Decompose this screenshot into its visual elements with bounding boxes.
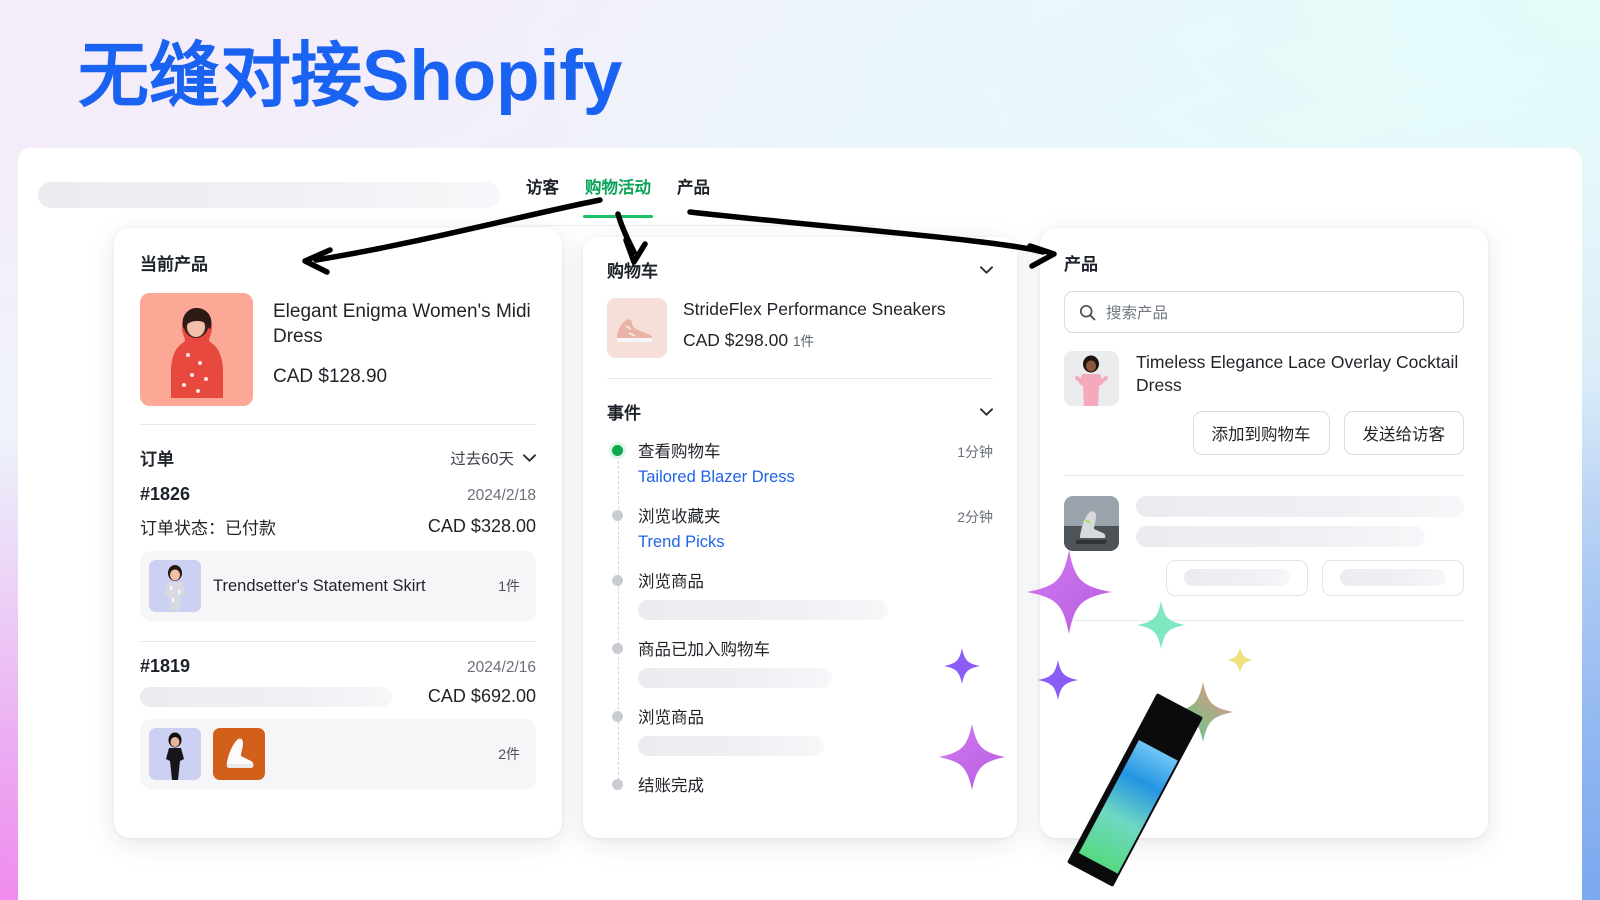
orders-date-filter[interactable]: 过去60天	[450, 447, 536, 469]
order-items[interactable]: 2件	[140, 719, 536, 789]
order-item-qty: 2件	[498, 746, 520, 762]
order-row[interactable]: #1826 2024/2/18 订单状态：已付款 CAD $328.00 Tre…	[114, 470, 562, 621]
card-title-current-product: 当前产品	[140, 255, 208, 274]
order-item-image	[149, 560, 201, 612]
event-detail-skeleton	[638, 668, 832, 688]
tab-products[interactable]: 产品	[677, 174, 710, 218]
shopping-activity-card: 购物车 StrideFlex Performance Sneakers CAD …	[583, 237, 1017, 838]
event-link[interactable]: Trend Picks	[638, 533, 993, 552]
product-name-skeleton	[1136, 495, 1464, 517]
order-items[interactable]: Trendsetter's Statement Skirt 1件	[140, 551, 536, 621]
current-product-image	[140, 293, 253, 406]
order-id: #1826	[140, 484, 191, 504]
order-total: CAD $328.00	[427, 516, 536, 536]
product-placeholder-row[interactable]	[1040, 476, 1488, 596]
event-title: 浏览收藏夹	[638, 508, 721, 526]
chevron-down-icon[interactable]	[980, 265, 993, 274]
product-search-placeholder: 搜索产品	[1106, 305, 1169, 322]
timeline-event[interactable]: 结账完成	[607, 772, 993, 796]
current-product-row[interactable]: Elegant Enigma Women's Midi Dress CAD $1…	[140, 293, 536, 406]
event-title: 浏览商品	[638, 709, 704, 727]
event-title: 商品已加入购物车	[638, 641, 770, 659]
orders-title: 订单	[140, 450, 174, 469]
page-title: 无缝对接Shopify	[78, 37, 623, 116]
event-link[interactable]: Tailored Blazer Dress	[638, 468, 993, 487]
send-to-visitor-button[interactable]: 发送给访客	[1343, 410, 1464, 455]
tab-bar: 访客 购物活动 产品	[504, 148, 874, 226]
placeholder-button[interactable]	[1322, 559, 1464, 596]
timeline-dot	[612, 779, 623, 790]
products-title: 产品	[1064, 255, 1098, 274]
events-header[interactable]: 事件	[583, 379, 1017, 424]
timeline-event[interactable]: 浏览商品	[607, 704, 993, 756]
timeline-event[interactable]: 浏览商品	[607, 568, 993, 620]
order-id: #1819	[140, 656, 191, 676]
events-timeline: 查看购物车 1分钟 Tailored Blazer Dress 浏览收藏夹 2分…	[583, 424, 1017, 796]
event-title: 浏览商品	[638, 573, 704, 591]
tab-shopping-activity[interactable]: 购物活动	[583, 174, 653, 218]
current-product-price: CAD $128.90	[273, 365, 388, 387]
divider	[1064, 619, 1464, 621]
event-time: 1分钟	[957, 444, 993, 460]
cart-item-image	[607, 298, 667, 358]
product-placeholder-image	[1064, 495, 1119, 551]
order-date: 2024/2/18	[467, 487, 536, 504]
cart-header[interactable]: 购物车	[583, 237, 1017, 282]
order-item-image	[149, 728, 201, 780]
current-product-card: 当前产品 Elegant Enigma Women's Midi Dress C…	[114, 228, 562, 838]
order-status-skeleton	[140, 686, 392, 707]
product-result-row[interactable]: Timeless Elegance Lace Overlay Cocktail …	[1040, 333, 1488, 455]
product-result-image	[1064, 351, 1119, 406]
order-item-qty: 1件	[498, 578, 520, 594]
order-date: 2024/2/16	[467, 659, 536, 676]
event-title: 结账完成	[638, 777, 704, 795]
tab-visitors[interactable]: 访客	[526, 174, 559, 218]
events-title: 事件	[607, 404, 641, 423]
chevron-down-icon	[523, 453, 536, 462]
timeline-dot	[612, 711, 623, 722]
timeline-dot	[612, 643, 623, 654]
timeline-dot	[612, 510, 623, 521]
products-card: 产品 搜索产品 Timeless Elegance Lace Overlay C…	[1040, 228, 1488, 838]
order-total: CAD $692.00	[427, 686, 536, 706]
chevron-down-icon[interactable]	[980, 407, 993, 416]
search-icon	[1079, 304, 1096, 320]
order-status: 订单状态：已付款	[140, 519, 276, 538]
product-name-skeleton	[1136, 525, 1425, 547]
event-time: 2分钟	[957, 509, 993, 525]
timeline-event[interactable]: 浏览收藏夹 2分钟 Trend Picks	[607, 503, 993, 552]
current-product-name: Elegant Enigma Women's Midi Dress	[273, 301, 531, 348]
orders-header: 订单 过去60天	[114, 425, 562, 470]
order-row[interactable]: #1819 2024/2/16 CAD $692.00 2件	[114, 642, 562, 789]
product-search-input[interactable]: 搜索产品	[1064, 291, 1464, 333]
product-result-name: Timeless Elegance Lace Overlay Cocktail …	[1136, 352, 1459, 396]
cart-title: 购物车	[607, 262, 658, 281]
cart-item-price: CAD $298.00	[683, 329, 789, 350]
event-title: 查看购物车	[638, 443, 721, 461]
cart-item-qty: 1件	[792, 333, 814, 349]
timeline-dot	[612, 575, 623, 586]
orders-filter-label: 过去60天	[450, 450, 514, 468]
chrome-skeleton-bar	[38, 182, 500, 208]
add-to-cart-button[interactable]: 添加到购物车	[1192, 410, 1330, 455]
timeline-event[interactable]: 商品已加入购物车	[607, 636, 993, 688]
cart-item-name: StrideFlex Performance Sneakers	[683, 299, 946, 319]
order-item-name: Trendsetter's Statement Skirt	[213, 576, 426, 595]
timeline-event[interactable]: 查看购物车 1分钟 Tailored Blazer Dress	[607, 438, 993, 487]
order-item-image	[213, 728, 265, 780]
event-detail-skeleton	[638, 600, 888, 620]
event-detail-skeleton	[638, 736, 824, 756]
placeholder-button[interactable]	[1166, 559, 1308, 596]
cart-item-row[interactable]: StrideFlex Performance Sneakers CAD $298…	[583, 282, 1017, 378]
timeline-dot-current	[612, 445, 623, 456]
